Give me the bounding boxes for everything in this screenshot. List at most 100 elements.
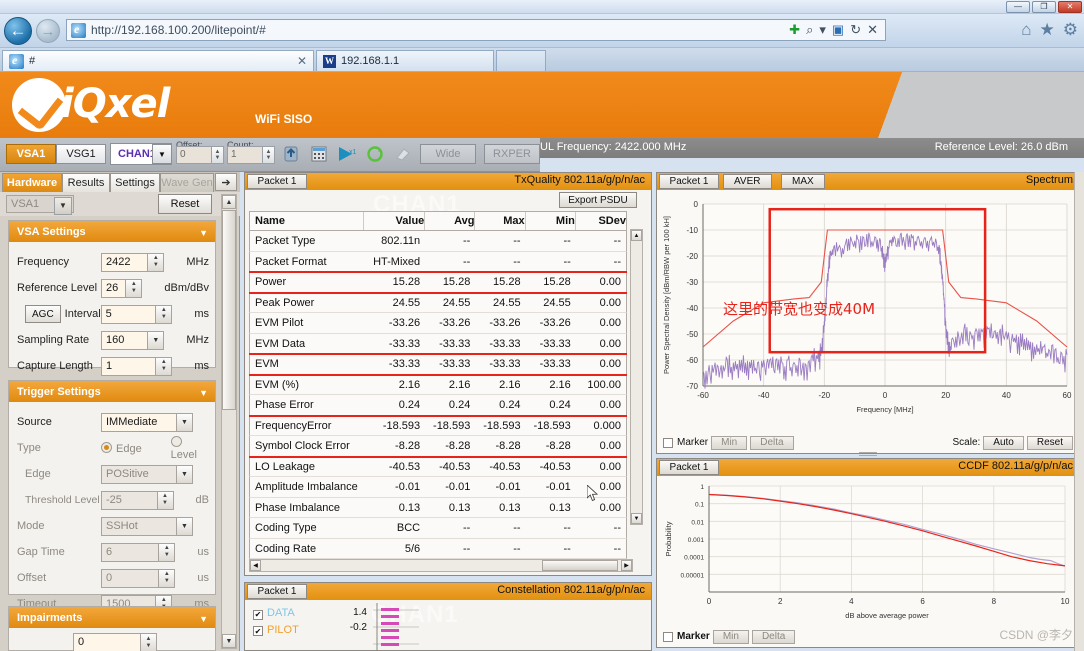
ccdf-packet-tab[interactable]: Packet 1 (659, 460, 719, 475)
chevron-down-icon[interactable]: ▼ (199, 614, 208, 624)
hscrollbar-thumb[interactable] (542, 560, 618, 571)
spectrum-min-button[interactable]: Min (711, 435, 748, 450)
spectrum-reset-button[interactable]: Reset (1026, 435, 1073, 450)
capture-length-stepper[interactable]: ▲ ▼ (155, 356, 173, 376)
scroll-left-icon[interactable]: ◀ (250, 560, 261, 571)
refresh-loop-icon[interactable] (364, 143, 386, 165)
table-row[interactable]: Phase Imbalance 0.13 0.13 0.13 0.13 0.00 (249, 497, 627, 518)
upload-icon[interactable] (280, 143, 302, 165)
legend-item-data[interactable]: ✔ DATA (253, 607, 299, 620)
spectrum-auto-button[interactable]: Auto (983, 435, 1024, 450)
data-checkbox[interactable]: ✔ (253, 609, 263, 620)
tab-close-icon[interactable]: ✕ (297, 54, 307, 68)
chevron-down-icon[interactable]: ▼ (176, 464, 193, 484)
reference-level-stepper[interactable]: ▲ ▼ (125, 278, 143, 298)
vsa-settings-header[interactable]: VSA Settings ▼ (9, 221, 215, 242)
scroll-right-icon[interactable]: ▶ (621, 560, 632, 571)
spectrum-marker-checkbox[interactable] (663, 437, 673, 448)
table-row[interactable]: Symbol Clock Error -8.28 -8.28 -8.28 -8.28 0.… (249, 436, 627, 457)
spectrum-max-tab[interactable]: MAX (781, 174, 825, 189)
tab-hardware[interactable]: Hardware (2, 173, 62, 192)
reference-level-input[interactable]: 26 ▲ ▼ (101, 278, 143, 298)
table-row[interactable]: Coding Rate 5/6 -- -- -- -- (249, 538, 627, 559)
trigger-edge-select[interactable]: POSitive ▼ (101, 464, 193, 484)
spectrum-aver-tab[interactable]: AVER (723, 174, 772, 189)
left-panel-scrollbar[interactable]: ▲ ▼ (221, 194, 237, 649)
count-input[interactable]: 1 (227, 146, 263, 164)
trigger-offset-stepper[interactable]: ▲ ▼ (158, 568, 176, 588)
browser-tab-1[interactable]: # ✕ (2, 50, 314, 71)
pin-icon[interactable]: ➔ (215, 173, 237, 191)
interval-input[interactable]: 5 ▲ ▼ (100, 304, 173, 324)
frequency-stepper[interactable]: ▲ ▼ (147, 252, 165, 272)
home-icon[interactable]: ⌂ (1021, 20, 1031, 40)
sampling-rate-select[interactable]: 160 ▼ (101, 330, 165, 350)
tab-wave-gen[interactable]: Wave Gen (160, 173, 214, 192)
offset-input[interactable]: 0 (176, 146, 212, 164)
table-row[interactable]: Peak Power 24.55 24.55 24.55 24.55 0.00 (249, 292, 627, 313)
refresh-icon[interactable]: ↻ (850, 22, 861, 38)
impairments-input[interactable]: 0 ▲ ▼ (73, 633, 157, 651)
gap-time-stepper[interactable]: ▲ ▼ (158, 542, 176, 562)
impairments-header[interactable]: Impairments ▼ (9, 607, 215, 628)
table-row[interactable]: Coding Type BCC -- -- -- -- (249, 518, 627, 539)
table-row[interactable]: EVM -33.33 -33.33 -33.33 -33.33 0.00 (249, 354, 627, 375)
export-psdu-button[interactable]: Export PSDU (559, 192, 637, 208)
spectrum-packet-tab[interactable]: Packet 1 (659, 174, 719, 189)
chevron-down-icon[interactable]: ▼ (199, 388, 208, 398)
threshold-level-stepper[interactable]: ▲ ▼ (156, 490, 174, 510)
chevron-down-icon[interactable]: ▾ (819, 22, 826, 38)
scroll-up-icon[interactable]: ▲ (631, 230, 642, 241)
ccdf-min-button[interactable]: Min (712, 629, 749, 644)
trigger-type-level-radio[interactable]: Level (170, 435, 209, 461)
back-button[interactable]: ← (4, 17, 32, 45)
legend-item-pilot[interactable]: ✔ PILOT (253, 624, 299, 636)
chevron-down-icon[interactable]: ▼ (152, 144, 172, 164)
chevron-down-icon[interactable]: ▼ (147, 330, 165, 350)
keypad-icon[interactable] (308, 143, 330, 165)
table-row[interactable]: Phase Error 0.24 0.24 0.24 0.24 0.00 (249, 395, 627, 416)
table-row[interactable]: Power 15.28 15.28 15.28 15.28 0.00 (249, 272, 627, 293)
maximize-button[interactable]: ❐ (1032, 1, 1056, 13)
minimize-button[interactable]: — (1006, 1, 1030, 13)
table-row[interactable]: LO Leakage -40.53 -40.53 -40.53 -40.53 0.00 (249, 456, 627, 477)
scroll-down-icon[interactable]: ▼ (222, 634, 236, 648)
chevron-down-icon[interactable]: ▼ (176, 516, 193, 536)
rxper-button[interactable]: RXPER (484, 144, 540, 164)
address-bar[interactable]: http://192.168.100.200/litepoint/# ✚ ⌕ ▾… (66, 19, 886, 41)
stop-icon[interactable]: ✕ (867, 22, 878, 38)
tab-results[interactable]: Results (62, 173, 110, 192)
chevron-down-icon[interactable]: ▼ (199, 228, 208, 238)
scrollbar-thumb[interactable] (222, 210, 236, 410)
table-row[interactable]: EVM Pilot -33.26 -33.26 -33.26 -33.26 0.00 (249, 313, 627, 334)
interval-stepper[interactable]: ▲ ▼ (155, 304, 173, 324)
constellation-packet-tab[interactable]: Packet 1 (247, 584, 307, 599)
table-vertical-scrollbar[interactable]: ▲ ▼ (630, 229, 643, 525)
wide-button[interactable]: Wide (420, 144, 476, 164)
impairments-stepper[interactable]: ▲ ▼ (140, 633, 157, 651)
chevron-down-icon[interactable]: ▼ (54, 197, 72, 215)
reset-button[interactable]: Reset (158, 194, 212, 214)
capture-length-input[interactable]: 1 ▲ ▼ (101, 356, 173, 376)
vsa-button[interactable]: VSA1 (6, 144, 56, 164)
table-horizontal-scrollbar[interactable]: ◀ ▶ (249, 559, 633, 572)
page-scrollbar[interactable] (1074, 172, 1084, 651)
txquality-packet-tab[interactable]: Packet 1 (247, 174, 307, 189)
trigger-settings-header[interactable]: Trigger Settings ▼ (9, 381, 215, 402)
device-select[interactable]: VSA1 ▼ (6, 195, 74, 215)
table-row[interactable]: Packet Type 802.11n -- -- -- -- (249, 231, 627, 252)
table-row[interactable]: EVM Data -33.33 -33.33 -33.33 -33.33 0.00 (249, 333, 627, 354)
gear-icon[interactable]: ⚙ (1063, 20, 1078, 40)
translate-icon[interactable]: ✚ (789, 22, 800, 38)
count-stepper[interactable]: ▲ ▼ (262, 146, 275, 164)
vsg-button[interactable]: VSG1 (56, 144, 106, 164)
frequency-input[interactable]: 2422 ▲ ▼ (101, 252, 165, 272)
table-row[interactable]: EVM (%) 2.16 2.16 2.16 2.16 100.00 (249, 374, 627, 395)
pilot-checkbox[interactable]: ✔ (253, 626, 263, 636)
threshold-level-input[interactable]: -25 ▲ ▼ (101, 490, 174, 510)
gap-time-input[interactable]: 6 ▲ ▼ (101, 542, 176, 562)
trigger-mode-select[interactable]: SSHot ▼ (101, 516, 193, 536)
trigger-offset-input[interactable]: 0 ▲ ▼ (101, 568, 176, 588)
spectrum-delta-button[interactable]: Delta (750, 435, 794, 450)
ccdf-marker-checkbox[interactable] (663, 631, 673, 642)
